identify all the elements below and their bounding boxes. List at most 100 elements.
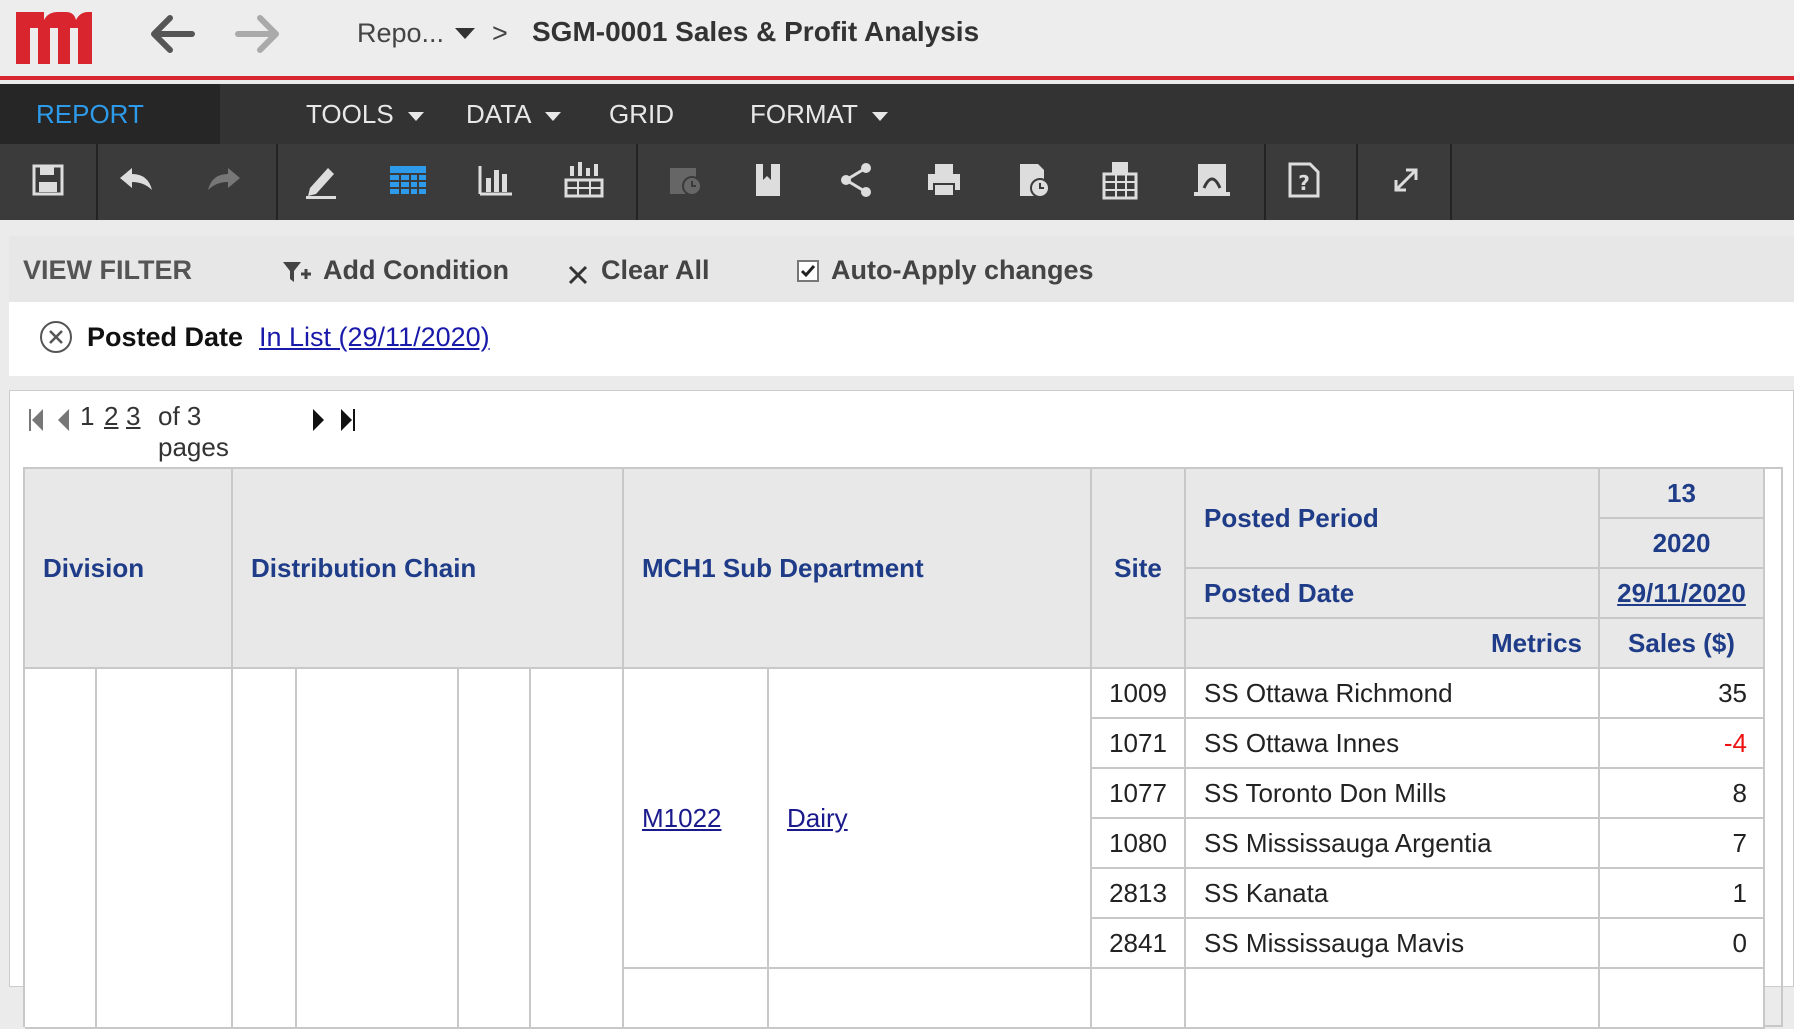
dist-chain-code-cell	[233, 669, 297, 1029]
help-icon[interactable]: ?	[1282, 158, 1326, 202]
export-icon[interactable]	[1098, 158, 1142, 202]
save-icon[interactable]	[26, 158, 70, 202]
back-arrow-icon[interactable]	[148, 12, 198, 56]
header-date-value[interactable]: 29/11/2020	[1600, 569, 1765, 619]
header-period-value[interactable]: 13	[1600, 469, 1765, 519]
top-bar: Repo... > SGM-0001 Sales & Profit Analys…	[0, 0, 1794, 80]
report-title: SGM-0001 Sales & Profit Analysis	[532, 16, 980, 47]
sales-value-cell: -4	[1600, 719, 1765, 769]
svg-text:?: ?	[1298, 171, 1310, 195]
sales-value-cell: 1	[1600, 869, 1765, 919]
header-year-value[interactable]: 2020	[1600, 519, 1765, 569]
menu-grid[interactable]: GRID	[609, 84, 674, 144]
menu-grid-label: GRID	[609, 99, 674, 129]
site-name-cell: SS Kanata	[1186, 869, 1600, 919]
sales-value-cell: 7	[1600, 819, 1765, 869]
site-code-cell: 1077	[1092, 769, 1186, 819]
header-metrics-label: Metrics	[1490, 627, 1582, 658]
menu-report-home[interactable]: REPORT HOME	[0, 84, 220, 189]
toolbar-separator	[1264, 144, 1266, 220]
page-2-link[interactable]: 2	[104, 401, 118, 432]
redo-icon[interactable]	[202, 158, 246, 202]
site-name: SS Toronto Don Mills	[1204, 777, 1447, 808]
header-mch1-sub-department[interactable]: MCH1 Sub Department	[624, 469, 1092, 669]
header-posted-date[interactable]: Posted Date	[1186, 569, 1600, 619]
header-distribution-chain[interactable]: Distribution Chain	[233, 469, 624, 669]
clear-all-button[interactable]: Clear All	[601, 255, 710, 286]
app-logo[interactable]	[14, 6, 94, 64]
menu-format[interactable]: FORMAT	[750, 84, 888, 144]
bookmark-icon[interactable]	[746, 158, 790, 202]
filter-condition-row: Posted Date In List (29/11/2020)	[9, 302, 1794, 376]
view-filter-title: VIEW FILTER	[23, 255, 192, 285]
checkmark-icon	[800, 265, 816, 278]
fullscreen-icon[interactable]	[1384, 158, 1428, 202]
chevron-down-icon	[407, 111, 424, 121]
site-name-cell: SS Ottawa Innes	[1186, 719, 1600, 769]
header-mch1-label: MCH1 Sub Department	[642, 552, 924, 583]
mch1-name-link[interactable]: Dairy	[787, 803, 848, 834]
mch1-name-cell: Dairy	[769, 669, 1092, 969]
menu-data[interactable]: DATA	[466, 84, 562, 144]
site-code-cell: 2813	[1092, 869, 1186, 919]
header-division[interactable]: Division	[25, 469, 233, 669]
toolbar-separator	[1356, 144, 1358, 220]
grid-icon[interactable]	[386, 158, 430, 202]
site-name: SS Mississauga Argentia	[1204, 827, 1492, 858]
site-name: SS Ottawa Richmond	[1204, 677, 1453, 708]
next-page-icon[interactable]	[312, 407, 326, 433]
site-code: 2813	[1109, 877, 1167, 908]
page-3-link[interactable]: 3	[126, 401, 140, 432]
print-icon[interactable]	[922, 158, 966, 202]
header-sales[interactable]: Sales ($)	[1600, 619, 1765, 669]
header-sales-label: Sales ($)	[1628, 627, 1735, 658]
site-code-cell: 1071	[1092, 719, 1186, 769]
header-metrics[interactable]: Metrics	[1186, 619, 1600, 669]
site-code-cell: 1009	[1092, 669, 1186, 719]
menu-tools-label: TOOLS	[306, 99, 394, 129]
menu-bar: REPORT HOME TOOLS DATA GRID FORMAT	[0, 84, 1794, 189]
add-filter-icon[interactable]	[281, 260, 313, 286]
first-page-icon[interactable]	[28, 407, 44, 433]
site-name: SS Mississauga Mavis	[1204, 927, 1465, 958]
forward-arrow-icon[interactable]	[232, 12, 282, 56]
header-site[interactable]: Site	[1092, 469, 1186, 669]
condition-value-link[interactable]: In List (29/11/2020)	[259, 322, 490, 353]
breadcrumb-dropdown-icon[interactable]	[455, 28, 475, 39]
auto-apply-checkbox[interactable]	[797, 260, 819, 282]
share-icon[interactable]	[834, 158, 878, 202]
toolbar-separator	[96, 144, 98, 220]
menu-tools[interactable]: TOOLS	[306, 84, 424, 144]
last-page-icon[interactable]	[340, 407, 356, 433]
grid-graph-icon[interactable]	[562, 158, 606, 202]
edit-icon[interactable]	[298, 158, 342, 202]
subscribe-icon[interactable]	[1012, 158, 1056, 202]
dist-channel-name-cell	[531, 669, 624, 1029]
header-posted-period[interactable]: Posted Period	[1186, 469, 1600, 569]
undo-icon[interactable]	[114, 158, 158, 202]
mch1-code-link[interactable]: M1022	[642, 803, 722, 834]
site-code: 1077	[1109, 777, 1167, 808]
auto-apply-label[interactable]: Auto-Apply changes	[831, 255, 1094, 286]
site-code-cell	[1092, 969, 1186, 1029]
site-name-cell	[1186, 969, 1600, 1029]
add-condition-button[interactable]: Add Condition	[323, 255, 509, 286]
header-date-value-link[interactable]: 29/11/2020	[1617, 578, 1746, 609]
site-code: 1080	[1109, 827, 1167, 858]
previous-page-icon[interactable]	[56, 407, 70, 433]
schedule-icon[interactable]	[664, 158, 708, 202]
dist-chain-name-cell	[297, 669, 459, 1029]
export-pdf-icon[interactable]	[1190, 158, 1234, 202]
page-1[interactable]: 1	[80, 401, 94, 432]
menu-format-label: FORMAT	[750, 99, 858, 129]
close-icon[interactable]	[567, 264, 589, 286]
remove-condition-icon[interactable]	[39, 320, 73, 354]
sales-value: 35	[1718, 677, 1747, 708]
sales-value: 7	[1732, 827, 1747, 858]
breadcrumb-root[interactable]: Repo...	[357, 18, 444, 49]
sales-value: 8	[1732, 777, 1747, 808]
site-code: 1071	[1109, 727, 1167, 758]
site-name-cell: SS Mississauga Mavis	[1186, 919, 1600, 969]
graph-icon[interactable]	[474, 158, 518, 202]
sales-value-negative: -4	[1723, 727, 1747, 758]
